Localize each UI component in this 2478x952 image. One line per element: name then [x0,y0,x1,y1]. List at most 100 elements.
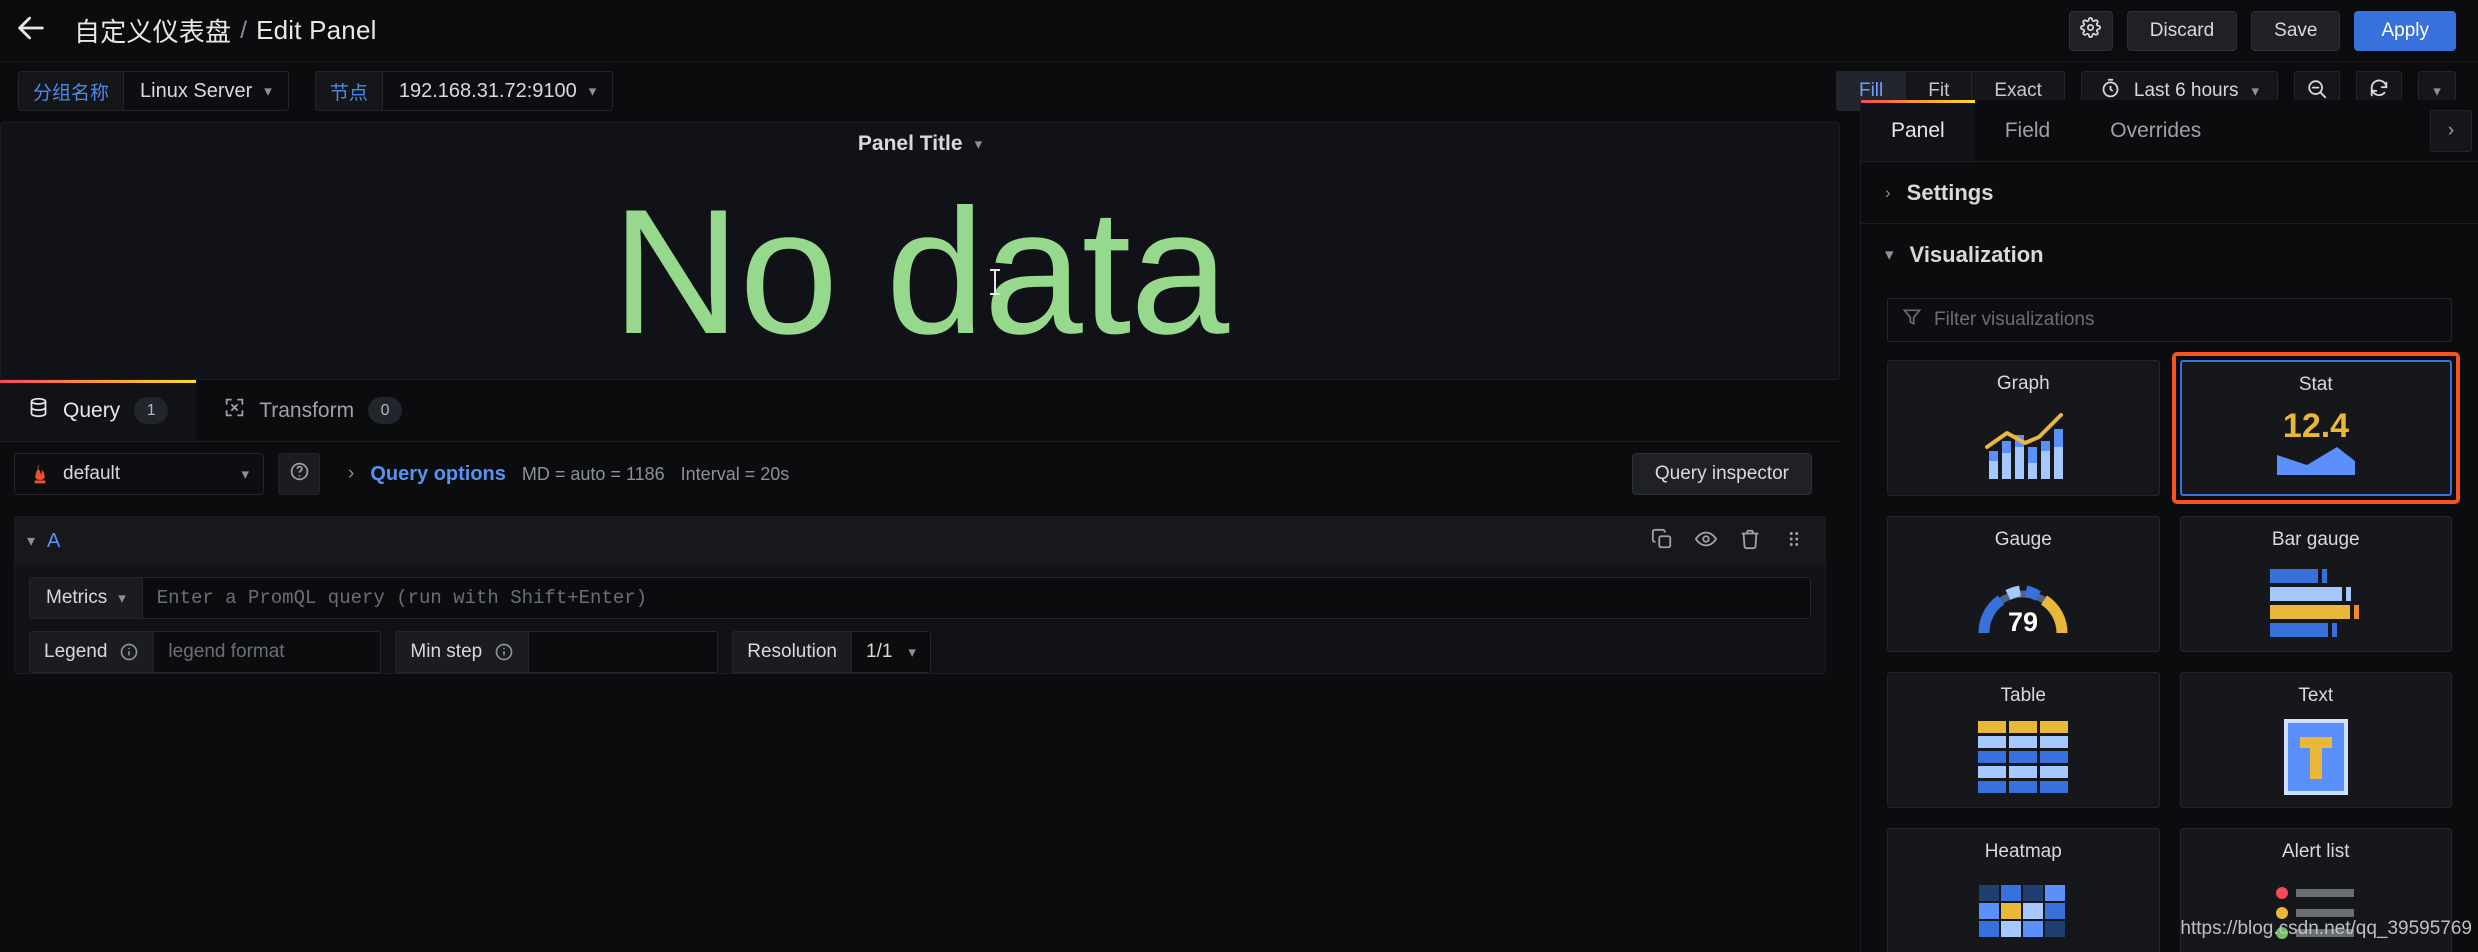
query-inspector-button[interactable]: Query inspector [1631,453,1812,495]
no-data-message: No data [611,172,1229,371]
viz-card-heatmap[interactable]: Heatmap [1887,828,2160,952]
filter-visualizations-input[interactable]: Filter visualizations [1887,298,2452,342]
query-options-label: Query options [370,462,506,485]
viz-card-gauge-label: Gauge [1994,529,2052,550]
query-row-actions [1651,528,1813,555]
query-row-header: ▾ A [15,517,1825,565]
datasource-help-button[interactable] [278,453,320,495]
svg-text:79: 79 [2008,607,2038,637]
viz-card-bar-gauge[interactable]: Bar gauge [2179,516,2452,652]
gear-icon [2080,17,2102,44]
query-extra-options-row: Legend legend format Min step Resolution… [29,631,1811,673]
watermark-url: https://blog.csdn.net/qq_39595769 [2180,918,2472,939]
discard-button[interactable]: Discard [2126,10,2238,51]
query-ref-id[interactable]: A [47,530,60,553]
visualization-grid: Graph Stat 12.4 Gauge 79 Bar gauge Table… [1861,352,2478,952]
chevron-down-icon: ▾ [264,82,272,100]
query-options[interactable]: › Query options MD = auto = 1186 Interva… [348,463,789,486]
back-button[interactable] [0,0,62,62]
save-button[interactable]: Save [2251,10,2341,51]
drag-handle-icon[interactable] [1783,528,1805,555]
header-actions: Discard Save Apply [2068,10,2478,51]
variable-value-group: Linux Server [140,79,253,102]
top-header: 自定义仪表盘 / Edit Panel Discard Save Apply [0,0,2478,62]
arrow-left-icon [14,11,48,50]
eye-icon[interactable] [1694,528,1718,555]
viz-card-text[interactable]: Text [2179,672,2452,808]
field-gap [718,631,732,673]
panel-title[interactable]: Panel Title [858,132,963,156]
collapse-options-pane-button[interactable]: › [2430,110,2472,152]
breadcrumb: 自定义仪表盘 / Edit Panel [62,12,377,49]
viz-card-table[interactable]: Table [1887,672,2160,808]
resolution-value: 1/1 [866,641,893,662]
variable-select-group[interactable]: Linux Server ▾ [123,71,289,111]
panel-preview: Panel Title ▾ No data [0,122,1840,380]
variable-value-node: 192.168.31.72:9100 [398,79,577,102]
filter-icon [1902,307,1922,333]
legend-label-wrap: Legend [29,631,154,673]
time-range-label: Last 6 hours [2133,80,2239,101]
breadcrumb-page: Edit Panel [256,15,377,45]
min-step-input[interactable] [528,631,719,673]
tab-field[interactable]: Field [1975,100,2081,161]
help-circle-icon [289,461,310,487]
legend-label: Legend [44,641,108,662]
section-settings[interactable]: › Settings [1861,162,2478,224]
tab-overrides[interactable]: Overrides [2080,100,2231,161]
trash-icon[interactable] [1739,528,1761,555]
resolution-label-wrap: Resolution [732,631,851,673]
chevron-down-icon[interactable]: ▾ [975,137,983,152]
variable-group-name: 分组名称 Linux Server ▾ [18,71,289,111]
viz-card-graph-label: Graph [1996,373,2050,394]
min-step-label-wrap: Min step [395,631,529,673]
panel-settings-button[interactable] [2068,10,2113,51]
breadcrumb-dashboard-name[interactable]: 自定义仪表盘 [74,12,231,49]
graph-viz-icon [1977,395,2069,495]
chevron-right-icon: › [2447,120,2455,141]
chevron-down-icon[interactable]: ▾ [27,531,35,551]
query-editor-body: Metrics ▾ Enter a PromQL query (run with… [15,565,1825,673]
viz-card-heatmap-label: Heatmap [1984,841,2062,862]
bargauge-viz-icon [2264,551,2368,651]
interval-value: Interval = 20s [680,463,790,484]
tab-panel[interactable]: Panel [1861,100,1975,161]
promql-query-input[interactable]: Enter a PromQL query (run with Shift+Ent… [142,577,1811,619]
section-visualization[interactable]: ▾ Visualization [1861,224,2478,286]
viz-card-text-label: Text [2298,685,2334,706]
edit-pane-tabs: Query 1 Transform 0 [0,380,1840,442]
legend-format-input[interactable]: legend format [153,631,382,673]
query-options-bar: default ▾ › Query options MD = auto = 11… [0,442,1840,506]
variable-select-node[interactable]: 192.168.31.72:9100 ▾ [381,71,614,111]
viz-card-gauge[interactable]: Gauge 79 [1887,516,2160,652]
variable-label-node: 节点 [314,71,382,111]
text-viz-icon [2278,707,2354,807]
database-icon [28,397,49,424]
viz-card-graph[interactable]: Graph [1887,360,2160,496]
metrics-row: Metrics ▾ Enter a PromQL query (run with… [29,577,1811,619]
panel-content: No data [1,165,1839,379]
field-gap [381,631,395,673]
heatmap-viz-icon [1977,863,2069,952]
tab-query-label: Query [63,398,121,422]
viz-card-stat[interactable]: Stat 12.4 [2171,352,2460,504]
tab-transform[interactable]: Transform 0 [196,380,430,441]
edit-pane: Query 1 Transform 0 default ▾ › Query op… [0,380,1840,952]
resolution-select[interactable]: 1/1 ▾ [851,631,931,673]
text-cursor-icon [990,269,1000,295]
datasource-picker[interactable]: default ▾ [14,453,264,495]
query-row-a: ▾ A Metrics ▾ Enter a PromQL query (run … [14,516,1826,674]
tab-query[interactable]: Query 1 [0,380,197,441]
grafana-edit-panel-app: 自定义仪表盘 / Edit Panel Discard Save Apply 分… [0,0,2478,952]
tab-transform-badge: 0 [368,397,403,424]
metrics-browser-button[interactable]: Metrics ▾ [29,577,143,619]
chevron-down-icon: ▾ [118,589,126,607]
info-icon [494,642,514,662]
datasource-name: default [63,463,121,484]
resolution-label: Resolution [747,641,837,662]
table-viz-icon [1976,707,2070,807]
apply-button[interactable]: Apply [2354,10,2456,51]
variable-group-node: 节点 192.168.31.72:9100 ▾ [314,71,614,111]
copy-icon[interactable] [1651,528,1673,555]
gauge-viz-icon: 79 [1968,551,2078,651]
